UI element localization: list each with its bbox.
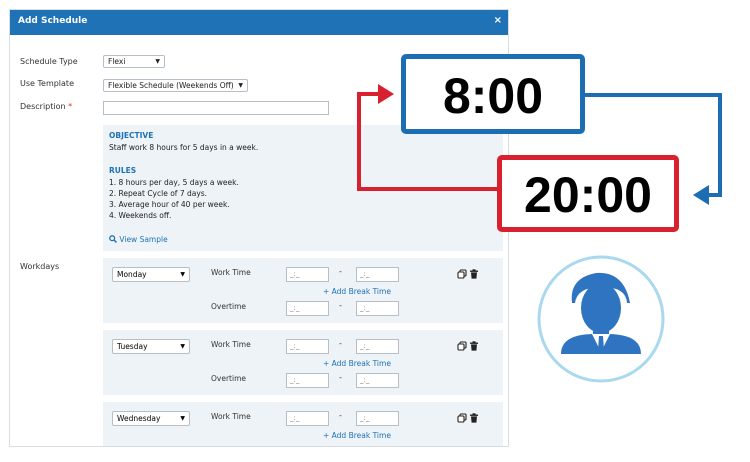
user-avatar-icon bbox=[537, 255, 665, 383]
end-time-text: 20:00 bbox=[524, 167, 652, 223]
start-time-text: 8:00 bbox=[442, 68, 544, 124]
end-time-badge: 20:00 bbox=[497, 155, 679, 232]
start-time-badge: 8:00 bbox=[401, 54, 585, 134]
